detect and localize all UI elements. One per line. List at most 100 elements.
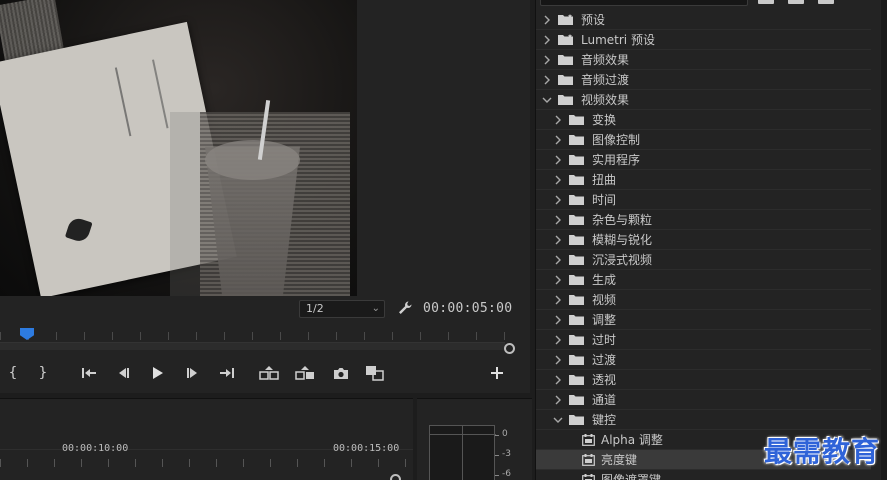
chevron-down-icon[interactable]	[552, 414, 564, 426]
chevron-right-icon[interactable]	[552, 234, 564, 246]
wrench-icon[interactable]	[397, 300, 413, 316]
effects-folder-item[interactable]: 图像控制	[536, 130, 871, 150]
preview-overlay	[170, 112, 200, 296]
effects-folder-item[interactable]: 生成	[536, 270, 871, 290]
chevron-right-icon[interactable]	[552, 194, 564, 206]
preset-folder-icon	[558, 14, 573, 25]
folder-icon	[558, 74, 573, 85]
chevron-right-icon[interactable]	[552, 334, 564, 346]
compare-view-button[interactable]	[364, 360, 386, 386]
effects-folder-item[interactable]: 键控	[536, 410, 871, 430]
accelerated-effects-icon[interactable]	[758, 0, 774, 4]
watermark-logo: 最需教育	[764, 435, 881, 468]
chevron-right-icon[interactable]	[552, 374, 564, 386]
chevron-right-icon[interactable]	[552, 214, 564, 226]
effects-folder-item[interactable]: 预设	[536, 10, 871, 30]
effects-folder-item[interactable]: 模糊与锐化	[536, 230, 871, 250]
tree-item-label: 图像控制	[592, 133, 641, 147]
yuv-effects-icon[interactable]	[818, 0, 834, 4]
go-to-out-button[interactable]	[216, 360, 238, 386]
chevron-right-icon[interactable]	[552, 354, 564, 366]
video-preview[interactable]	[0, 0, 357, 296]
db-tick	[495, 435, 499, 436]
effects-folder-item[interactable]: 变换	[536, 110, 871, 130]
folder-icon	[569, 194, 584, 205]
effects-search-input[interactable]	[540, 0, 748, 6]
timeline-time-label: 00:00:10:00	[62, 443, 129, 454]
chevron-right-icon[interactable]	[552, 274, 564, 286]
extract-icon	[295, 366, 314, 380]
zoom-level-value: 1/2	[306, 302, 324, 315]
plus-icon	[491, 367, 503, 379]
chevron-right-icon[interactable]	[552, 114, 564, 126]
duration-timecode[interactable]: 00:00:05:00	[423, 301, 512, 316]
tree-item-label: 生成	[592, 273, 617, 287]
chevron-right-icon[interactable]	[541, 74, 553, 86]
effects-folder-item[interactable]: 调整	[536, 310, 871, 330]
folder-icon	[569, 314, 584, 325]
effects-folder-item[interactable]: 视频	[536, 290, 871, 310]
step-forward-button[interactable]	[182, 360, 204, 386]
tree-item-label: 视频	[592, 293, 617, 307]
mark-out-button[interactable]: }	[32, 360, 54, 386]
zoom-scroll-track[interactable]	[0, 342, 505, 350]
effects-folder-item[interactable]: 音频效果	[536, 50, 871, 70]
lift-button[interactable]	[258, 360, 280, 386]
folder-icon	[569, 294, 584, 305]
chevron-right-icon[interactable]	[541, 54, 553, 66]
effects-folder-item[interactable]: 音频过渡	[536, 70, 871, 90]
chevron-right-icon[interactable]	[541, 14, 553, 26]
chevron-right-icon[interactable]	[552, 294, 564, 306]
effects-folder-item[interactable]: 杂色与颗粒	[536, 210, 871, 230]
chevron-right-icon[interactable]	[552, 314, 564, 326]
zoom-scroll-handle[interactable]	[504, 343, 515, 354]
export-frame-button[interactable]	[330, 360, 352, 386]
effect-item[interactable]: 图像遮罩键	[536, 470, 871, 480]
effects-folder-item[interactable]: Lumetri 预设	[536, 30, 871, 50]
tree-item-label: 键控	[592, 413, 617, 427]
chevron-down-icon[interactable]	[541, 94, 553, 106]
effects-folder-item[interactable]: 通道	[536, 390, 871, 410]
mark-in-button[interactable]: {	[2, 360, 24, 386]
effects-folder-item[interactable]: 时间	[536, 190, 871, 210]
tree-item-label: 透视	[592, 373, 617, 387]
32bit-effects-icon[interactable]	[788, 0, 804, 4]
step-back-button[interactable]	[112, 360, 134, 386]
tree-item-label: 图像遮罩键	[601, 473, 662, 480]
effects-scrollbar[interactable]	[881, 0, 887, 480]
folder-icon	[569, 334, 584, 345]
go-to-out-icon	[220, 368, 234, 378]
chevron-right-icon[interactable]	[552, 134, 564, 146]
zoom-level-select[interactable]: 1/2 ⌄	[299, 300, 385, 318]
go-to-in-button[interactable]	[78, 360, 100, 386]
folder-icon	[558, 54, 573, 65]
ruler-ticks	[0, 332, 510, 340]
play-button[interactable]	[146, 360, 168, 386]
folder-icon	[569, 414, 584, 425]
monitor-time-ruler[interactable]	[0, 324, 512, 354]
preview-cup-lid	[205, 140, 300, 180]
tree-item-label: 通道	[592, 393, 617, 407]
chevron-right-icon[interactable]	[552, 154, 564, 166]
effects-folder-item[interactable]: 沉浸式视频	[536, 250, 871, 270]
preset-folder-icon	[558, 34, 573, 45]
extract-button[interactable]	[294, 360, 316, 386]
folder-icon	[569, 214, 584, 225]
effects-folder-item[interactable]: 透视	[536, 370, 871, 390]
effects-folder-item[interactable]: 过时	[536, 330, 871, 350]
chevron-right-icon[interactable]	[552, 174, 564, 186]
effects-folder-item[interactable]: 过渡	[536, 350, 871, 370]
chevron-right-icon[interactable]	[552, 394, 564, 406]
timeline-zoom-handle[interactable]	[390, 474, 401, 480]
chevron-right-icon[interactable]	[541, 34, 553, 46]
folder-icon	[569, 394, 584, 405]
effects-folder-item[interactable]: 视频效果	[536, 90, 871, 110]
tree-item-label: 过时	[592, 333, 617, 347]
folder-icon	[558, 94, 573, 105]
effects-folder-item[interactable]: 实用程序	[536, 150, 871, 170]
effects-tree: 预设 Lumetri 预设 音频效果 音频过渡 视频效果 变换图像控制实用程序 扭曲 时间 杂色…	[536, 10, 887, 480]
effects-folder-item[interactable]: 扭曲	[536, 170, 871, 190]
chevron-right-icon[interactable]	[552, 254, 564, 266]
button-editor-button[interactable]	[486, 360, 508, 386]
program-monitor: 1/2 ⌄ 00:00:05:00 { }	[0, 0, 530, 393]
